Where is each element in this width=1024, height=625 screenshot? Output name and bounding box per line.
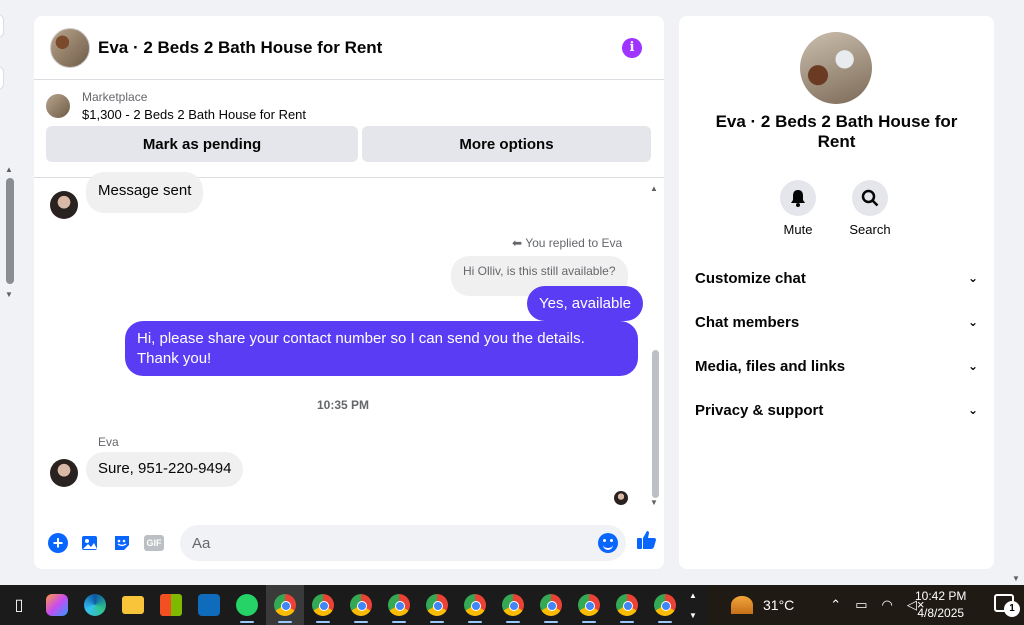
message-input[interactable] <box>192 534 572 552</box>
conversation-avatar[interactable] <box>800 32 872 104</box>
outgoing-message: Yes, available <box>527 286 644 321</box>
incoming-message: Sure, 951-220-9494 <box>86 452 244 487</box>
edge-button[interactable] <box>0 14 4 38</box>
chrome-icon[interactable] <box>646 585 684 625</box>
menu-label: Chat members <box>695 313 800 331</box>
scroll-down-arrow-icon[interactable]: ▼ <box>650 498 658 507</box>
message-composer: + GIF <box>34 517 664 569</box>
avatar[interactable] <box>50 459 78 487</box>
more-options-button[interactable]: More options <box>362 126 651 162</box>
search-icon[interactable] <box>852 180 888 216</box>
left-scrollbar[interactable]: ▲ ▼ <box>0 0 18 585</box>
chrome-icon[interactable] <box>608 585 646 625</box>
chrome-icon[interactable] <box>456 585 494 625</box>
message-input-box[interactable] <box>180 525 626 561</box>
menu-label: Customize chat <box>695 269 806 287</box>
scroll-up-arrow-icon[interactable]: ▲ <box>650 184 658 193</box>
chevron-up-icon[interactable]: ⌃ <box>830 597 841 613</box>
whatsapp-icon[interactable] <box>228 585 266 625</box>
chat-header: Eva · 2 Beds 2 Bath House for Rent i <box>34 16 664 80</box>
message-list: Message sent ⬅ You replied to Eva Hi Oll… <box>34 172 664 510</box>
chrome-icon[interactable] <box>494 585 532 625</box>
bell-icon[interactable] <box>780 180 816 216</box>
sender-name: Eva <box>98 435 119 449</box>
message-scrollbar[interactable]: ▲ ▼ <box>650 184 660 509</box>
menu-label: Privacy & support <box>695 401 824 419</box>
file-explorer-icon[interactable] <box>114 585 152 625</box>
chevron-down-icon: ⌄ <box>967 315 978 329</box>
plus-icon[interactable]: + <box>48 533 68 553</box>
outgoing-message: Hi, please share your contact number so … <box>125 321 638 376</box>
scroll-down-arrow-icon[interactable]: ▼ <box>5 290 13 299</box>
weather-icon[interactable] <box>731 596 753 614</box>
store-icon[interactable] <box>152 585 190 625</box>
incoming-message: Message sent <box>86 172 204 213</box>
menu-privacy-support[interactable]: Privacy & support ⌄ <box>695 392 978 428</box>
mark-as-pending-button[interactable]: Mark as pending <box>46 126 358 162</box>
search-action[interactable]: Search <box>840 180 900 237</box>
conversation-name: Eva · 2 Beds 2 Bath House for Rent <box>715 112 958 151</box>
chevron-down-icon: ⌄ <box>967 271 978 285</box>
chrome-icon[interactable] <box>380 585 418 625</box>
temperature[interactable]: 31°C <box>763 597 794 613</box>
gif-icon[interactable]: GIF <box>144 535 164 551</box>
conversation-info-panel: Eva · 2 Beds 2 Bath House for Rent Mute … <box>679 16 994 569</box>
reply-arrow-icon: ⬅ <box>512 236 523 250</box>
scroll-thumb[interactable] <box>652 350 659 498</box>
chrome-icon[interactable] <box>570 585 608 625</box>
search-label: Search <box>849 222 891 237</box>
scroll-up-arrow-icon[interactable]: ▲ <box>5 165 13 174</box>
chrome-icon[interactable] <box>266 585 304 625</box>
listing-price-title[interactable]: $1,300 - 2 Beds 2 Bath House for Rent <box>82 107 306 122</box>
info-icon[interactable]: i <box>622 38 642 58</box>
copilot-icon[interactable] <box>38 585 76 625</box>
clock-date: 4/8/2025 <box>917 606 965 620</box>
menu-chat-members[interactable]: Chat members ⌄ <box>695 304 978 340</box>
edge-icon[interactable] <box>76 585 114 625</box>
chrome-icon[interactable] <box>304 585 342 625</box>
emoji-icon[interactable] <box>598 533 618 553</box>
chevron-up-icon[interactable]: ▲ <box>689 591 697 600</box>
marketplace-bar: Marketplace $1,300 - 2 Beds 2 Bath House… <box>34 80 664 178</box>
menu-label: Media, files and links <box>695 357 846 375</box>
mute-action[interactable]: Mute <box>768 180 828 237</box>
taskbar-overflow-arrows[interactable]: ▲ ▼ <box>680 585 707 625</box>
chrome-icon[interactable] <box>418 585 456 625</box>
chevron-down-icon: ⌄ <box>967 403 978 417</box>
chat-window: Eva · 2 Beds 2 Bath House for Rent i Mar… <box>34 16 664 569</box>
system-tray: 31°C ⌃ ▭ ◠ ◁× 10:42 PM 4/8/2025 1 <box>707 585 1024 625</box>
photo-icon[interactable] <box>80 533 100 553</box>
reply-note: ⬅ You replied to Eva <box>512 236 622 250</box>
notification-count: 1 <box>1004 601 1020 617</box>
clock-time: 10:42 PM <box>915 589 967 603</box>
wifi-icon[interactable]: ◠ <box>881 597 892 613</box>
avatar[interactable] <box>50 191 78 219</box>
reply-note-text: You replied to Eva <box>525 236 623 250</box>
edge-button[interactable] <box>0 66 4 90</box>
mute-label: Mute <box>783 222 813 237</box>
chevron-down-icon[interactable]: ▼ <box>689 611 697 620</box>
chrome-icon[interactable] <box>532 585 570 625</box>
clock[interactable]: 10:42 PM 4/8/2025 <box>915 588 966 622</box>
menu-customize-chat[interactable]: Customize chat ⌄ <box>695 260 978 296</box>
windows-taskbar: ▯ ▲ ▼ 31°C ⌃ ▭ ◠ ◁× 10:42 PM 4/8/2025 1 <box>0 585 1024 625</box>
listing-avatar[interactable] <box>50 27 90 68</box>
chevron-down-icon: ⌄ <box>967 359 978 373</box>
seen-indicator-avatar <box>614 491 628 505</box>
scroll-down-arrow-icon[interactable]: ▼ <box>1012 574 1020 583</box>
task-view-icon[interactable]: ▯ <box>0 585 38 625</box>
scroll-thumb[interactable] <box>6 178 14 284</box>
battery-icon[interactable]: ▭ <box>855 597 867 613</box>
menu-media-files-links[interactable]: Media, files and links ⌄ <box>695 348 978 384</box>
message-timestamp: 10:35 PM <box>317 398 370 412</box>
sticker-icon[interactable] <box>112 533 132 553</box>
chrome-icon[interactable] <box>342 585 380 625</box>
chat-title[interactable]: Eva · 2 Beds 2 Bath House for Rent <box>98 38 382 58</box>
outlook-icon[interactable] <box>190 585 228 625</box>
listing-thumbnail[interactable] <box>46 94 70 118</box>
page-scrollbar[interactable]: ▼ <box>1008 0 1024 585</box>
thumbs-up-icon[interactable] <box>636 529 658 557</box>
marketplace-label: Marketplace <box>82 90 148 104</box>
